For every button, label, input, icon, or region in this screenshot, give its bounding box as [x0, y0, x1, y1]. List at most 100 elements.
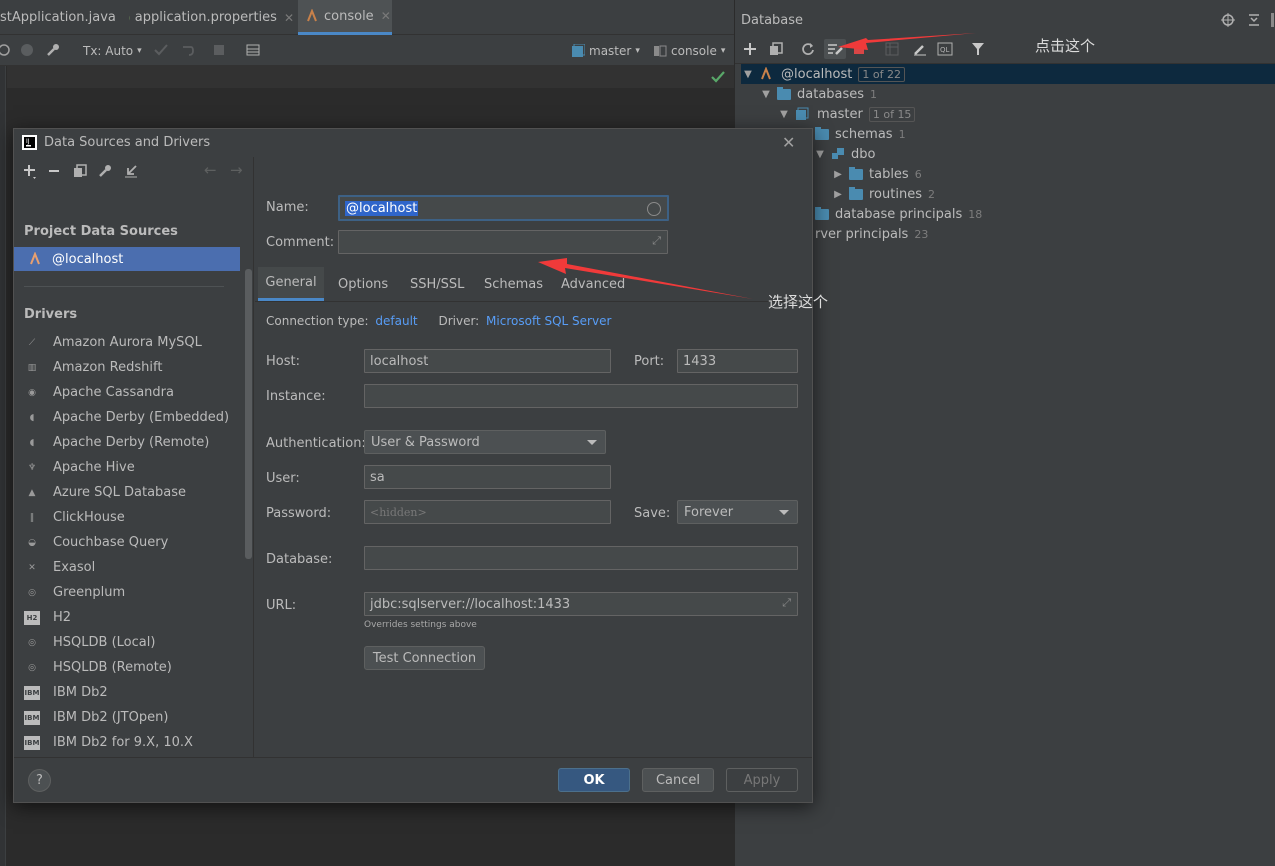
tree-row-localhost[interactable]: ▼ @localhost 1 of 22 [741, 64, 1275, 84]
hive-icon: ♆ [27, 462, 37, 473]
back-arrow-icon[interactable]: ← [204, 161, 217, 179]
tab-advanced[interactable]: Advanced [561, 267, 625, 301]
apply-button[interactable]: Apply [726, 768, 798, 792]
scrollbar-thumb[interactable] [245, 269, 252, 559]
tree-row-server-principals[interactable]: rver principals 23 [815, 224, 928, 244]
url-value: jdbc:sqlserver://localhost:1433 [370, 596, 571, 612]
driver-item[interactable]: ◎ Greenplum [24, 580, 125, 605]
driver-item[interactable]: ▲ Azure SQL Database [24, 480, 187, 505]
edit-icon[interactable] [913, 42, 927, 56]
more-icon[interactable] [1271, 13, 1275, 27]
port-field[interactable]: 1433 [677, 349, 798, 373]
close-icon[interactable]: ✕ [782, 133, 795, 152]
close-icon[interactable]: ✕ [381, 9, 391, 23]
tree-row-tables[interactable]: ▶ tables 6 [831, 164, 922, 184]
duplicate-icon[interactable] [73, 164, 87, 178]
add-icon[interactable] [743, 42, 757, 56]
tree-row-database-principals[interactable]: database principals 18 [815, 204, 982, 224]
driver-item[interactable]: H2 H2 [24, 605, 71, 630]
driver-item[interactable]: ◖ Apache Derby (Remote) [24, 430, 210, 455]
close-icon[interactable]: ✕ [284, 11, 294, 25]
tab-options[interactable]: Options [338, 267, 388, 301]
comment-field[interactable]: ⤢ [338, 230, 668, 254]
driver-item[interactable]: IBM IBM Db2 for 9.X, 10.X [24, 730, 193, 755]
host-field[interactable]: localhost [364, 349, 611, 373]
tab-console[interactable]: console ✕ [298, 0, 392, 35]
driver-item[interactable]: IBM IBM Db2 [24, 680, 108, 705]
tree-count: 1 of 22 [858, 66, 905, 82]
tree-row-master[interactable]: ▼ master 1 of 15 [777, 104, 916, 124]
commit-check-icon[interactable] [154, 44, 168, 56]
save-dropdown[interactable]: Forever [677, 500, 798, 524]
url-field[interactable]: jdbc:sqlserver://localhost:1433 ⤢ [364, 592, 798, 616]
chevron-down-icon[interactable]: ▼ [777, 109, 791, 120]
help-button[interactable]: ? [28, 769, 51, 792]
stop-icon[interactable] [213, 44, 225, 56]
driver-item[interactable]: ◖ Apache Derby (Embedded) [24, 405, 229, 430]
history-icon[interactable] [0, 43, 12, 57]
refresh-icon[interactable] [801, 42, 815, 56]
tree-row-dbo[interactable]: ▼ dbo [813, 144, 875, 164]
tree-row-databases[interactable]: ▼ databases 1 [759, 84, 877, 104]
stop-circle-icon[interactable] [20, 43, 34, 57]
tab-general[interactable]: General [258, 267, 324, 301]
driver-item[interactable]: ⟋ Amazon Aurora MySQL [24, 330, 202, 355]
copy-icon[interactable] [769, 42, 783, 56]
forward-arrow-icon[interactable]: → [230, 161, 243, 179]
tab-ssh-ssl[interactable]: SSH/SSL [410, 267, 464, 301]
driver-link[interactable]: Microsoft SQL Server [486, 314, 611, 328]
sql-console-icon[interactable]: QL [937, 42, 953, 56]
driver-item[interactable]: ◎ HSQLDB (Local) [24, 630, 155, 655]
session-selector[interactable]: console ▾ [653, 35, 725, 66]
ok-button[interactable]: OK [558, 768, 630, 792]
expand-icon[interactable]: ⤢ [652, 234, 661, 248]
driver-item[interactable]: ◎ HSQLDB (Remote) [24, 655, 172, 680]
data-source-item-localhost[interactable]: @localhost [14, 247, 240, 271]
connection-type-link[interactable]: default [375, 314, 417, 328]
tab-schemas[interactable]: Schemas [484, 267, 543, 301]
rollback-icon[interactable] [180, 44, 194, 56]
table-view-icon[interactable] [246, 43, 260, 57]
chevron-right-icon[interactable]: ▶ [831, 189, 845, 200]
add-icon[interactable] [23, 164, 37, 180]
password-field[interactable]: <hidden> [364, 500, 611, 524]
test-connection-button[interactable]: Test Connection [364, 646, 485, 670]
name-field[interactable]: @localhost [338, 195, 669, 221]
tab-application-properties[interactable]: application.properties ✕ [122, 0, 294, 35]
driver-item[interactable]: ♆ Apache Hive [24, 455, 135, 480]
wrench-icon[interactable] [98, 164, 112, 178]
tab-java-file[interactable]: stApplication.java [0, 0, 118, 35]
filter-icon[interactable] [972, 42, 984, 56]
database-field[interactable] [364, 546, 798, 570]
schema-selector[interactable]: master ▾ [571, 35, 640, 66]
wrench-icon[interactable] [46, 43, 60, 57]
scrollbar-track[interactable] [244, 157, 253, 757]
expand-icon[interactable]: ⤢ [782, 596, 791, 610]
cancel-button[interactable]: Cancel [642, 768, 714, 792]
tx-mode-dropdown[interactable]: Tx: Auto ▾ [83, 35, 142, 66]
target-icon[interactable] [1221, 13, 1235, 27]
chevron-right-icon[interactable]: ▶ [831, 169, 845, 180]
authentication-dropdown[interactable]: User & Password [364, 430, 606, 454]
stop-icon[interactable] [853, 43, 865, 55]
tree-row-schemas[interactable]: schemas 1 [815, 124, 906, 144]
driver-item[interactable]: ◉ Apache Cassandra [24, 380, 174, 405]
data-source-properties-icon[interactable] [824, 39, 846, 59]
driver-item[interactable]: ◒ Couchbase Query [24, 530, 168, 555]
driver-item[interactable]: ✕ Exasol [24, 555, 95, 580]
driver-item[interactable]: IBM IBM Db2 (JTOpen) [24, 705, 168, 730]
driver-item[interactable]: ▥ Amazon Redshift [24, 355, 163, 380]
user-field[interactable]: sa [364, 465, 611, 489]
chevron-down-icon[interactable]: ▼ [813, 149, 827, 160]
table-icon[interactable] [885, 42, 899, 56]
color-picker-icon[interactable] [647, 202, 661, 216]
chevron-down-icon[interactable]: ▼ [741, 69, 755, 80]
import-icon[interactable] [124, 164, 138, 178]
collapse-all-icon[interactable] [1247, 13, 1261, 27]
remove-icon[interactable] [48, 165, 60, 177]
tree-row-routines[interactable]: ▶ routines 2 [831, 184, 935, 204]
driver-item[interactable]: ‖ ClickHouse [24, 505, 125, 530]
chevron-down-icon[interactable]: ▼ [759, 89, 773, 100]
instance-field[interactable] [364, 384, 798, 408]
tree-count: 18 [968, 207, 983, 221]
